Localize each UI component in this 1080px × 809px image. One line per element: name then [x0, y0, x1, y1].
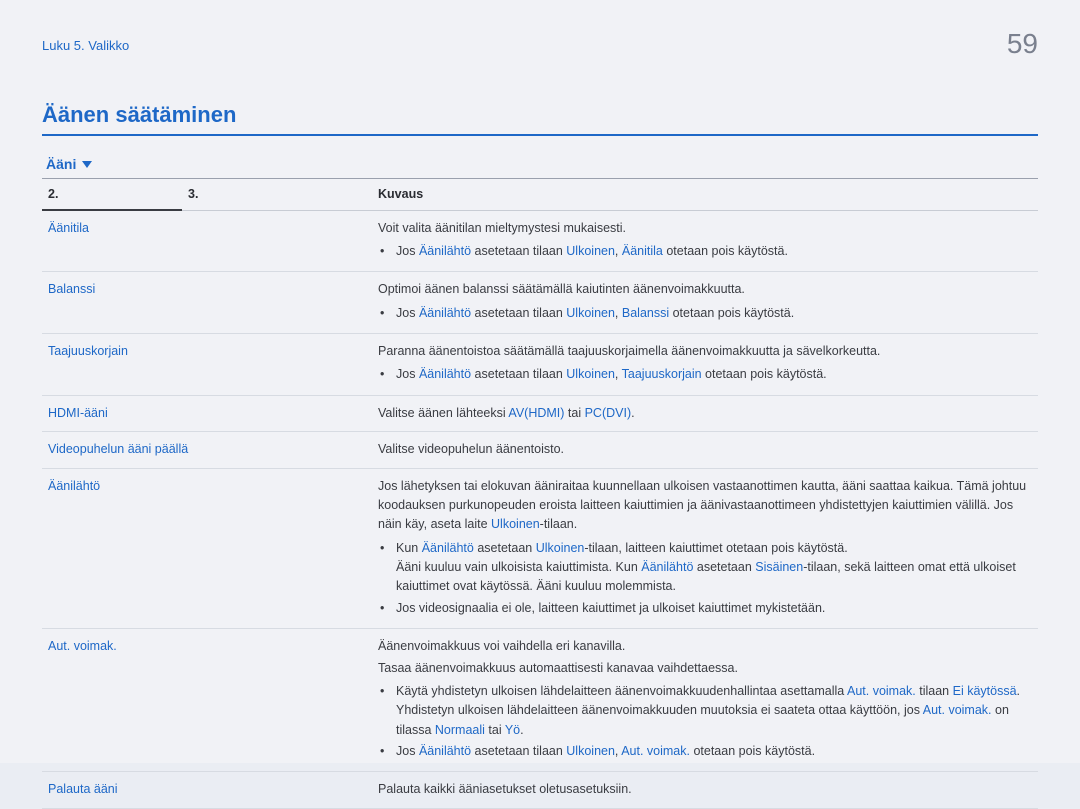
page-number: 59	[1007, 28, 1038, 60]
row-desc-aut-voimak: Äänenvoimakkuus voi vaihdella eri kanavi…	[372, 629, 1038, 772]
row-desc-aanitila: Voit valita äänitilan mieltymystesi muka…	[372, 210, 1038, 272]
column-header-kuvaus: Kuvaus	[372, 179, 1038, 211]
note-item: Jos Äänilähtö asetetaan tilaan Ulkoinen,…	[392, 242, 1032, 261]
table-header-row: 2. 3. Kuvaus	[42, 179, 1038, 211]
row-desc-hdmi-aani: Valitse äänen lähteeksi AV(HDMI) tai PC(…	[372, 395, 1038, 431]
note-item: Jos Äänilähtö asetetaan tilaan Ulkoinen,…	[392, 304, 1032, 323]
chevron-down-icon	[82, 161, 92, 168]
page-title: Äänen säätäminen	[42, 102, 1038, 136]
row-label-hdmi-aani: HDMI-ääni	[42, 395, 182, 431]
subsection-heading: Ääni	[42, 150, 1038, 178]
table-row: Äänitila Voit valita äänitilan mieltymys…	[42, 210, 1038, 272]
row-desc-balanssi: Optimoi äänen balanssi säätämällä kaiuti…	[372, 272, 1038, 334]
note-item: Käytä yhdistetyn ulkoisen lähdelaitteen …	[392, 682, 1032, 740]
column-header-2: 2.	[42, 179, 182, 211]
note-item: Kun Äänilähtö asetetaan Ulkoinen-tilaan,…	[392, 539, 1032, 597]
settings-table: 2. 3. Kuvaus Äänitila Voit valita ääniti…	[42, 178, 1038, 809]
row-label-aanilahto: Äänilähtö	[42, 468, 182, 629]
column-header-3: 3.	[182, 179, 372, 211]
note-item: Jos Äänilähtö asetetaan tilaan Ulkoinen,…	[392, 742, 1032, 761]
document-page: Luku 5. Valikko 59 Äänen säätäminen Ääni…	[0, 0, 1080, 763]
row-label-aut-voimak: Aut. voimak.	[42, 629, 182, 772]
table-row: Taajuuskorjain Paranna äänentoistoa säät…	[42, 334, 1038, 396]
text: Paranna äänentoistoa säätämällä taajuusk…	[378, 344, 880, 358]
row-desc-videopuhelu: Valitse videopuhelun äänentoisto.	[372, 432, 1038, 468]
table-row: HDMI-ääni Valitse äänen lähteeksi AV(HDM…	[42, 395, 1038, 431]
row-desc-palauta: Palauta kaikki ääniasetukset oletusasetu…	[372, 772, 1038, 808]
row-label-aanitila: Äänitila	[42, 210, 182, 272]
row-label-balanssi: Balanssi	[42, 272, 182, 334]
subsection-label: Ääni	[46, 156, 76, 172]
row-label-taajuuskorjain: Taajuuskorjain	[42, 334, 182, 396]
chapter-label: Luku 5. Valikko	[42, 28, 129, 53]
table-row: Aut. voimak. Äänenvoimakkuus voi vaihdel…	[42, 629, 1038, 772]
text: Optimoi äänen balanssi säätämällä kaiuti…	[378, 282, 745, 296]
table-row: Balanssi Optimoi äänen balanssi säätämäl…	[42, 272, 1038, 334]
table-row: Videopuhelun ääni päällä Valitse videopu…	[42, 432, 1038, 468]
row-desc-aanilahto: Jos lähetyksen tai elokuvan ääniraitaa k…	[372, 468, 1038, 629]
row-desc-taajuuskorjain: Paranna äänentoistoa säätämällä taajuusk…	[372, 334, 1038, 396]
row-label-palauta: Palauta ääni	[42, 772, 182, 808]
note-item: Jos Äänilähtö asetetaan tilaan Ulkoinen,…	[392, 365, 1032, 384]
row-label-videopuhelu: Videopuhelun ääni päällä	[42, 432, 372, 468]
text: Voit valita äänitilan mieltymystesi muka…	[378, 221, 626, 235]
note-item: Jos videosignaalia ei ole, laitteen kaiu…	[392, 599, 1032, 618]
page-header: Luku 5. Valikko 59	[42, 28, 1038, 60]
table-row: Äänilähtö Jos lähetyksen tai elokuvan ää…	[42, 468, 1038, 629]
table-row: Palauta ääni Palauta kaikki ääniasetukse…	[42, 772, 1038, 808]
